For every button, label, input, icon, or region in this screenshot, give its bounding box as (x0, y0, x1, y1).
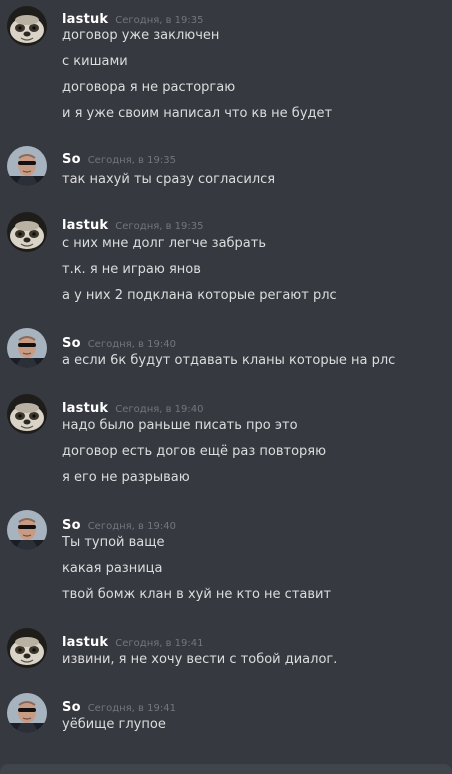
timestamp[interactable]: Сегодня, в 19:41 (115, 638, 203, 649)
author-name[interactable]: So (62, 700, 81, 715)
message-line: извини, я не хочу вести с тобой диалог. (62, 652, 338, 667)
message-line: а у них 2 подклана которые регают рлс (62, 288, 337, 303)
message-line: а если 6к будут отдавать кланы которые н… (62, 353, 396, 368)
message-line: договор есть догов ещё раз повторяю (62, 444, 327, 459)
message-header: lastuk Сегодня, в 19:41 (62, 631, 204, 651)
author-name[interactable]: lastuk (62, 635, 108, 650)
message-line: так нахуй ты сразу согласился (62, 172, 276, 187)
timestamp[interactable]: Сегодня, в 19:35 (115, 15, 203, 26)
author-name[interactable]: lastuk (62, 218, 108, 233)
author-name[interactable]: So (62, 152, 81, 167)
message-header: So Сегодня, в 19:40 (62, 514, 176, 534)
timestamp[interactable]: Сегодня, в 19:35 (88, 155, 176, 166)
man-sunglasses-avatar-icon (7, 328, 47, 368)
author-name[interactable]: lastuk (62, 401, 108, 416)
sloth-avatar-icon (7, 628, 47, 668)
chat-messages: lastuk Сегодня, в 19:35 договор уже заклю… (0, 0, 452, 774)
avatar[interactable] (7, 146, 47, 186)
avatar[interactable] (7, 6, 47, 46)
timestamp[interactable]: Сегодня, в 19:41 (88, 703, 176, 714)
message-header: lastuk Сегодня, в 19:35 (62, 8, 204, 28)
man-sunglasses-avatar-icon (7, 146, 47, 186)
message-line: и я уже своим написал что кв не будет (62, 106, 333, 121)
message-line: я его не разрываю (62, 470, 190, 485)
message-line: т.к. я не играю янов (62, 262, 201, 277)
sloth-avatar-icon (7, 212, 47, 252)
message-line: договора я не расторгаю (62, 80, 236, 95)
message-composer[interactable] (0, 764, 452, 774)
message-header: lastuk Сегодня, в 19:35 (62, 214, 204, 234)
message-header: So Сегодня, в 19:40 (62, 332, 176, 352)
avatar[interactable] (7, 212, 47, 252)
message-line: какая разница (62, 561, 163, 576)
man-sunglasses-avatar-icon (7, 510, 47, 550)
timestamp[interactable]: Сегодня, в 19:35 (115, 221, 203, 232)
avatar[interactable] (7, 328, 47, 368)
avatar[interactable] (7, 510, 47, 550)
message-header: So Сегодня, в 19:35 (62, 148, 176, 168)
author-name[interactable]: lastuk (62, 12, 108, 27)
message-line: с них мне долг легче забрать (62, 236, 267, 251)
author-name[interactable]: So (62, 336, 81, 351)
avatar[interactable] (7, 394, 47, 434)
author-name[interactable]: So (62, 518, 81, 533)
message-header: lastuk Сегодня, в 19:40 (62, 397, 204, 417)
timestamp[interactable]: Сегодня, в 19:40 (115, 404, 203, 415)
message-line: договор уже заключен (62, 28, 220, 43)
message-line: Ты тупой ваще (62, 535, 165, 550)
message-line: надо было раньше писать про это (62, 418, 298, 433)
message-line: твой бомж клан в хуй не кто не ставит (62, 587, 332, 602)
man-sunglasses-avatar-icon (7, 693, 47, 733)
avatar[interactable] (7, 693, 47, 733)
message-line: с кишами (62, 54, 128, 69)
timestamp[interactable]: Сегодня, в 19:40 (88, 339, 176, 350)
timestamp[interactable]: Сегодня, в 19:40 (88, 521, 176, 532)
message-line: уёбище глупое (62, 717, 166, 732)
avatar[interactable] (7, 628, 47, 668)
message-header: So Сегодня, в 19:41 (62, 696, 176, 716)
sloth-avatar-icon (7, 6, 47, 46)
sloth-avatar-icon (7, 394, 47, 434)
